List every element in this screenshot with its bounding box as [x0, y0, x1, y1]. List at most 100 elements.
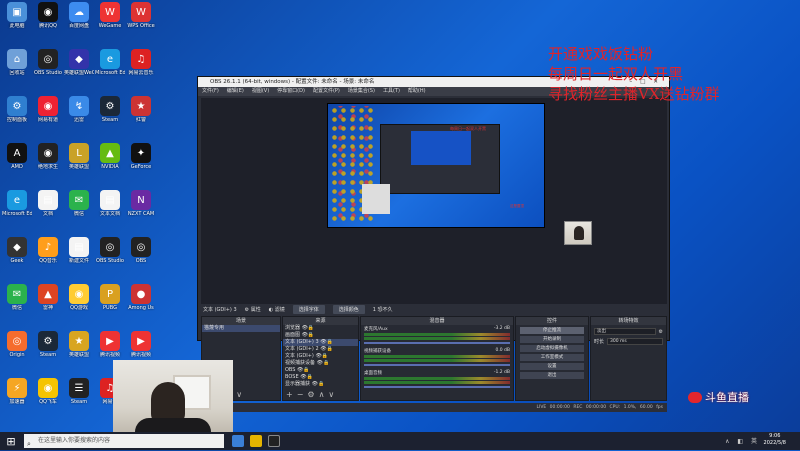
menu-item[interactable]: 停靠窗口(D): [277, 87, 305, 96]
desktop-icon[interactable]: ▲ NVIDIA: [95, 143, 125, 173]
app-icon: ●: [131, 284, 151, 304]
desktop-icon[interactable]: ◆英雄联盟WeGame版: [64, 49, 94, 79]
obs-preview[interactable]: 每周日一起双人开黑 这是置顶: [201, 98, 667, 304]
desktop-icon[interactable]: ◎ OBS Studio: [33, 49, 63, 79]
desktop-icon[interactable]: ▤ 文本文档: [95, 190, 125, 220]
source-item[interactable]: 画面图 👁🔒: [283, 332, 358, 339]
source-item[interactable]: 文本 (GDI+) 👁🔒: [283, 353, 358, 360]
desktop-icon[interactable]: ♫ 网易云音乐: [126, 49, 156, 79]
file-explorer-icon[interactable]: [250, 435, 262, 447]
scene-item[interactable]: 猫蔑专用: [202, 325, 280, 332]
desktop-icon[interactable]: W WPS Office: [126, 2, 156, 32]
select-font-button[interactable]: 选择字体: [292, 305, 325, 314]
desktop-icon-label: WPS Office: [127, 23, 155, 29]
desktop-icon[interactable]: ▤ 文档: [33, 190, 63, 220]
task-view-icon[interactable]: [232, 435, 244, 447]
menu-item[interactable]: 场景集合(S): [348, 87, 375, 96]
menu-item[interactable]: 文件(F): [202, 87, 219, 96]
desktop-icon[interactable]: ☁ 百度网盘: [64, 2, 94, 32]
taskbar-search-input[interactable]: ⌕ 在这里输入你要搜索的内容: [24, 434, 224, 448]
system-tray-icons[interactable]: ∧ ◧ 英: [725, 436, 760, 445]
desktop-icon[interactable]: ✉ 微信: [2, 284, 32, 314]
transition-duration-row: 时长 300 ms: [594, 338, 663, 345]
desktop-icon[interactable]: ▲ 雷神: [33, 284, 63, 314]
desktop-icon[interactable]: ▣ 此电脑: [2, 2, 32, 32]
source-item[interactable]: BOSE 👁🔒: [283, 374, 358, 381]
windows-start-icon[interactable]: ⊞: [0, 432, 22, 450]
desktop-icon[interactable]: ⚡ 加速器: [2, 378, 32, 408]
desktop-icon[interactable]: N NZXT CAM: [126, 190, 156, 220]
desktop-icon[interactable]: W WeGame: [95, 2, 125, 32]
desktop-icon[interactable]: ▶ 腾讯视频: [126, 331, 156, 361]
duration-input[interactable]: 300 ms: [607, 338, 663, 345]
desktop-icon[interactable]: ★ 红警: [126, 96, 156, 126]
filters-button[interactable]: ◐ 滤镜: [269, 306, 285, 313]
app-icon: ♪: [38, 237, 58, 257]
desktop-icon[interactable]: P PUBG: [95, 284, 125, 314]
menu-item[interactable]: 编辑(E): [227, 87, 244, 96]
control-button[interactable]: 退出: [520, 372, 584, 379]
volume-slider[interactable]: [364, 386, 510, 388]
menu-item[interactable]: 帮助(H): [408, 87, 426, 96]
desktop-icon[interactable]: ⚙ Steam: [95, 96, 125, 126]
source-item[interactable]: 显示器捕获 👁🔒: [283, 381, 358, 388]
desktop-icon-label: 腾讯QQ: [39, 23, 57, 29]
sources-dock-controls[interactable]: +−⚙∧∨: [286, 390, 338, 399]
desktop-icon[interactable]: ◉ QQ游戏: [64, 284, 94, 314]
sources-title: 来源: [283, 317, 358, 325]
desktop-icon[interactable]: ◆ Geek: [2, 237, 32, 267]
desktop-icon[interactable]: ↯ 迅雷: [64, 96, 94, 126]
controls-title: 控件: [516, 317, 588, 325]
source-item[interactable]: 视频捕获设备 👁🔒: [283, 360, 358, 367]
control-button[interactable]: 工作室模式: [520, 354, 584, 361]
desktop-icon[interactable]: ☰ Steam: [64, 378, 94, 408]
transition-type-select[interactable]: 淡出: [594, 328, 656, 335]
desktop-icon[interactable]: L 英雄联盟: [64, 143, 94, 173]
transition-settings-icon[interactable]: ⚙: [659, 329, 663, 335]
source-item[interactable]: OBS 👁🔒: [283, 367, 358, 374]
desktop-icon[interactable]: ⌂ 回收站: [2, 49, 32, 79]
desktop-icon[interactable]: ▤ 新建文件: [64, 237, 94, 267]
desktop-icon[interactable]: ◎ Origin: [2, 331, 32, 361]
properties-button[interactable]: ⚙ 属性: [245, 306, 261, 313]
control-button[interactable]: 启动虚拟摄像机: [520, 345, 584, 352]
desktop-icon[interactable]: eMicrosoft Edge: [2, 190, 32, 220]
app-icon: ▤: [100, 190, 120, 210]
app-icon: ⚙: [38, 331, 58, 351]
desktop-icon[interactable]: ◎ OBS: [126, 237, 156, 267]
desktop-icon[interactable]: ✉ 微信: [64, 190, 94, 220]
menu-item[interactable]: 视图(V): [252, 87, 269, 96]
desktop-icon[interactable]: ◉ 绝地求生: [33, 143, 63, 173]
source-item[interactable]: 浏览器 👁🔒: [283, 325, 358, 332]
desktop-icon[interactable]: ● Among Us: [126, 284, 156, 314]
app-icon: ◉: [38, 96, 58, 116]
desktop-icon[interactable]: ◉ QQ飞车: [33, 378, 63, 408]
desktop-icon[interactable]: ◉ 网易有道: [33, 96, 63, 126]
select-color-button[interactable]: 选择颜色: [332, 305, 365, 314]
source-item[interactable]: 文本 (GDI+) 3 👁🔒: [283, 339, 358, 346]
menu-item[interactable]: 配置文件(P): [313, 87, 340, 96]
desktop-icon[interactable]: ◎ OBS Studio: [95, 237, 125, 267]
volume-slider[interactable]: [364, 364, 510, 366]
desktop-icon[interactable]: ♪ QQ音乐: [33, 237, 63, 267]
clock[interactable]: 9:06 2022/5/8: [764, 433, 786, 447]
menu-item[interactable]: 工具(T): [383, 87, 400, 96]
volume-slider[interactable]: [364, 342, 510, 344]
source-item[interactable]: 文本 (GDI+) 2 👁🔒: [283, 346, 358, 353]
desktop-icon[interactable]: ⚙ 控制面板: [2, 96, 32, 126]
desktop-icon[interactable]: ★ 英雄联盟: [64, 331, 94, 361]
taskbar-apps: [232, 435, 280, 447]
obs-taskbar-icon[interactable]: [268, 435, 280, 447]
desktop-icon[interactable]: ▶ 腾讯视频: [95, 331, 125, 361]
desktop-icon[interactable]: ✦ GeForce: [126, 143, 156, 173]
desktop-icon[interactable]: ⚙ Steam: [33, 331, 63, 361]
control-button[interactable]: 停止推流: [520, 327, 584, 334]
obs-window[interactable]: OBS 26.1.1 (64-bit, windows) - 配置文件: 未命名…: [197, 76, 670, 412]
desktop-icon-label: 腾讯视频: [99, 352, 120, 358]
desktop-icon[interactable]: eMicrosoft Edge: [95, 49, 125, 79]
control-button[interactable]: 设置: [520, 363, 584, 370]
desktop-icon[interactable]: A AMD: [2, 143, 32, 173]
mixer-track-label: 桌面音频 -1.2 dB: [364, 370, 510, 376]
control-button[interactable]: 开始录制: [520, 336, 584, 343]
desktop-icon[interactable]: ◉ 腾讯QQ: [33, 2, 63, 32]
